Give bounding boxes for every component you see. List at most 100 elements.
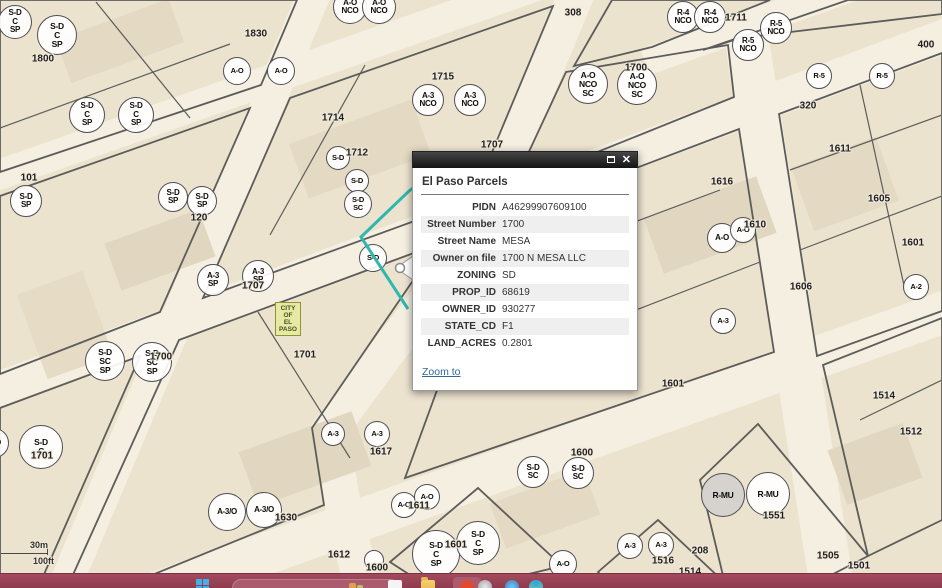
zone-label-circle[interactable]: S-DC: [19, 425, 63, 469]
street-number-label: 1610: [744, 220, 766, 231]
street-number-label: 1700: [625, 63, 647, 74]
zone-label-circle[interactable]: A-3: [364, 421, 390, 447]
parcel-popup: ✕ El Paso Parcels PIDNA46299907609100 St…: [412, 151, 638, 391]
table-row: PIDNA46299907609100: [421, 199, 629, 216]
zone-label-circle[interactable]: S-DCSP: [37, 15, 77, 55]
zone-label-circle[interactable]: A-3: [648, 532, 674, 558]
field-label: OWNER_ID: [421, 301, 499, 318]
street-number-label: 1616: [711, 177, 733, 188]
street-number-label: 1707: [481, 140, 503, 151]
scale-bar: [1, 553, 48, 554]
app-window-icon[interactable]: [388, 580, 402, 588]
zone-label-circle[interactable]: A-3: [710, 308, 736, 334]
street-number-label: 1601: [445, 540, 467, 551]
zone-label-circle[interactable]: A-ONCOSC: [568, 64, 608, 104]
field-label: LAND_ACRES: [421, 335, 499, 352]
zone-label-circle[interactable]: S-DCSP: [412, 530, 460, 578]
zone-label-circle[interactable]: A-3SP: [197, 264, 229, 296]
zone-label-circle[interactable]: A-3: [321, 422, 345, 446]
table-row: LAND_ACRES0.2801: [421, 335, 629, 352]
taskbar-search-box[interactable]: [232, 579, 399, 588]
app-blue-icon[interactable]: [505, 580, 519, 588]
field-value: 68619: [499, 284, 629, 301]
street-number-label: 101: [21, 173, 38, 184]
edge-browser-icon[interactable]: [529, 580, 543, 588]
street-number-label: 1714: [322, 113, 344, 124]
zone-label-circle[interactable]: A-O: [0, 428, 9, 458]
zone-label-circle[interactable]: S-DSC: [562, 457, 594, 489]
maximize-icon[interactable]: [607, 156, 615, 163]
street-number-label: 1611: [829, 144, 851, 155]
zone-label-circle[interactable]: A-3NCO: [412, 84, 444, 116]
street-number-label: 1514: [873, 391, 895, 402]
street-number-label: 1800: [32, 54, 54, 65]
street-number-label: 1712: [346, 148, 368, 159]
attribute-table: PIDNA46299907609100 Street Number1700 St…: [421, 199, 629, 352]
zone-label-circle[interactable]: S-D: [359, 244, 387, 272]
field-value: 1700 N MESA LLC: [499, 250, 629, 267]
zone-label-circle[interactable]: S-DSC: [517, 456, 549, 488]
app-gray-icon[interactable]: [478, 580, 492, 588]
zone-label-circle[interactable]: S-DSP: [187, 186, 217, 216]
zone-label-circle[interactable]: A-O: [267, 57, 295, 85]
field-label: ZONING: [421, 267, 499, 284]
street-number-label: 1611: [408, 501, 430, 512]
scale-metric-label: 30m: [30, 540, 48, 550]
street-number-label: 1601: [662, 379, 684, 390]
app-red-icon[interactable]: [460, 580, 474, 588]
street-number-label: 1701: [31, 451, 53, 462]
table-row: Street Number1700: [421, 216, 629, 233]
street-number-label: 308: [565, 8, 582, 19]
close-icon[interactable]: ✕: [622, 153, 631, 168]
zone-label-circle[interactable]: S-DCSP: [118, 97, 154, 133]
zone-label-circle[interactable]: S-DSP: [10, 185, 42, 217]
zone-label-circle[interactable]: R-MU: [746, 472, 790, 516]
field-value: A46299907609100: [499, 199, 629, 216]
street-number-label: 1505: [817, 551, 839, 562]
street-number-label: 320: [800, 101, 817, 112]
zone-label-circle[interactable]: R-5: [806, 63, 832, 89]
windows-start-button[interactable]: [196, 579, 209, 588]
zone-label-circle[interactable]: R-5NCO: [760, 12, 792, 44]
zone-label-circle[interactable]: A-3NCO: [454, 84, 486, 116]
street-number-label: 1601: [902, 238, 924, 249]
field-label: PIDN: [421, 199, 499, 216]
field-value: 930277: [499, 301, 629, 318]
field-value: 0.2801: [499, 335, 629, 352]
zone-label-circle[interactable]: S-DCSP: [69, 97, 105, 133]
street-number-label: 400: [918, 40, 935, 51]
desktop: CITYOFELPASO 30m 100ft S-DCSPS-DCSPS-DCS…: [0, 0, 942, 588]
zone-label-circle[interactable]: A-O: [223, 57, 251, 85]
zone-label-circle[interactable]: R-5NCO: [732, 29, 764, 61]
zone-label-circle[interactable]: A-2: [903, 274, 929, 300]
popup-titlebar[interactable]: ✕: [412, 151, 638, 168]
field-label: Owner on file: [421, 250, 499, 267]
street-number-label: 1617: [370, 447, 392, 458]
zone-label-circle[interactable]: R-5: [869, 63, 895, 89]
field-label: STATE_CD: [421, 318, 499, 335]
zone-label-circle[interactable]: A-ONCO: [362, 0, 396, 24]
zone-label-circle[interactable]: S-DSCSP: [85, 341, 125, 381]
zone-label-circle[interactable]: S-DCSP: [0, 5, 32, 39]
field-value: SD: [499, 267, 629, 284]
zone-label-circle[interactable]: R-MU: [701, 473, 745, 517]
street-number-label: 1707: [242, 281, 264, 292]
street-number-label: 1630: [275, 513, 297, 524]
street-number-label: 1606: [790, 282, 812, 293]
street-number-label: 1612: [328, 550, 350, 561]
street-number-label: 1701: [294, 350, 316, 361]
table-row: Owner on file1700 N MESA LLC: [421, 250, 629, 267]
street-number-label: 1711: [725, 13, 747, 24]
zone-label-circle[interactable]: S-DSP: [158, 182, 188, 212]
table-row: PROP_ID68619: [421, 284, 629, 301]
table-row: Street NameMESA: [421, 233, 629, 250]
zone-label-circle[interactable]: S-DSC: [344, 190, 372, 218]
file-explorer-icon[interactable]: [421, 580, 435, 588]
zone-label-circle[interactable]: A-3/O: [208, 493, 246, 531]
popup-title: El Paso Parcels: [422, 176, 629, 188]
zone-label-circle[interactable]: R-4NCO: [694, 1, 726, 33]
street-number-label: 120: [191, 213, 208, 224]
zoom-to-link[interactable]: Zoom to: [422, 366, 461, 378]
field-label: PROP_ID: [421, 284, 499, 301]
zone-label-circle[interactable]: A-3: [617, 533, 643, 559]
